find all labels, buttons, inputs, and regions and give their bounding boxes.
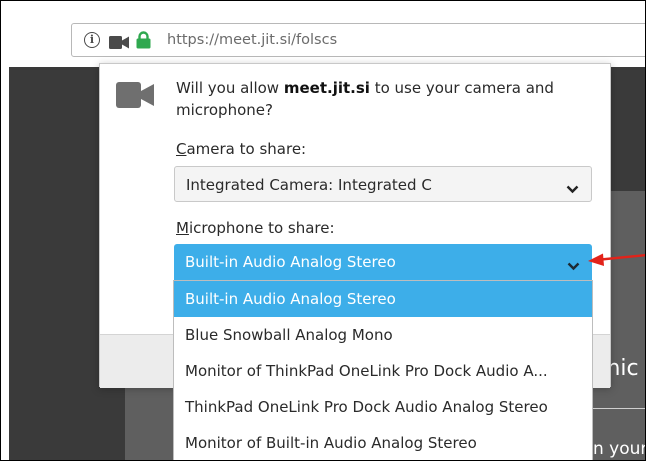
microphone-select[interactable]: Built-in Audio Analog Stereo <box>174 244 592 280</box>
camera-permission-icon[interactable] <box>109 34 129 53</box>
microphone-dropdown-list: Built-in Audio Analog Stereo Blue Snowba… <box>173 280 593 460</box>
url-text[interactable]: https://meet.jit.si/folscs <box>167 32 337 48</box>
chevron-down-icon <box>566 179 579 198</box>
microphone-option[interactable]: Built-in Audio Analog Stereo <box>174 281 592 317</box>
microphone-option[interactable]: Monitor of ThinkPad OneLink Pro Dock Aud… <box>174 353 592 389</box>
chevron-down-icon <box>567 256 580 275</box>
camera-select[interactable]: Integrated Camera: Integrated C <box>174 166 592 202</box>
question-prefix: Will you allow <box>176 79 284 97</box>
microphone-option[interactable]: Blue Snowball Analog Mono <box>174 317 592 353</box>
microphone-label: Microphone to share: <box>176 219 335 237</box>
question-site: meet.jit.si <box>283 79 370 97</box>
permission-question: Will you allow meet.jit.si to use your c… <box>176 77 596 121</box>
microphone-option[interactable]: ThinkPad OneLink Pro Dock Audio Analog S… <box>174 389 592 425</box>
url-bar[interactable]: i https://meet.jit.si/folscs <box>71 23 645 57</box>
camera-label: Camera to share: <box>176 140 306 158</box>
camera-icon <box>116 82 154 112</box>
microphone-label-accesskey: M <box>176 219 189 237</box>
microphone-label-text: icrophone to share: <box>188 219 335 237</box>
camera-label-text: amera to share: <box>186 140 307 158</box>
annotation-arrow-icon <box>587 247 645 273</box>
info-icon[interactable]: i <box>84 32 100 48</box>
page-partial-text-2: n your <box>593 439 646 459</box>
microphone-option[interactable]: Monitor of Built-in Audio Analog Stereo <box>174 425 592 460</box>
page-divider <box>591 408 645 409</box>
camera-select-value: Integrated Camera: Integrated C <box>186 176 432 194</box>
lock-icon[interactable] <box>136 31 151 53</box>
screenshot-frame: i https://meet.jit.si/folscs mic n your <box>0 0 646 461</box>
camera-label-accesskey: C <box>176 140 187 158</box>
microphone-select-value: Built-in Audio Analog Stereo <box>185 253 396 271</box>
